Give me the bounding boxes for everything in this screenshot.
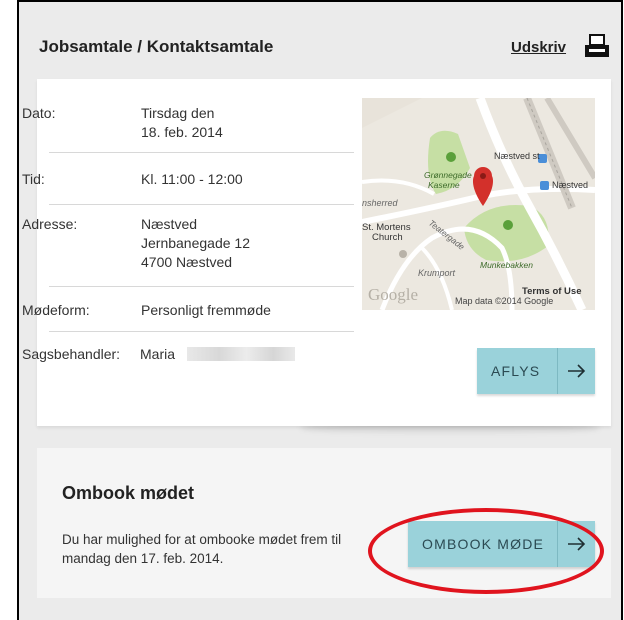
address-zip: 4700 Næstved — [141, 254, 233, 270]
rebook-text-line1: Du har mulighed for at ombooke mødet fre… — [62, 532, 342, 547]
print-link[interactable]: Udskriv — [511, 39, 566, 56]
map-label-street1: nsherred — [362, 198, 399, 208]
map-label-street3: Krumport — [418, 268, 456, 278]
date-label: Dato: — [22, 105, 56, 121]
cancel-button-label: AFLYS — [491, 363, 541, 379]
map-label-park1-line2: Kaserne — [428, 180, 460, 190]
map-graphic: Næstved st Næstved Grønnegade Kaserne ns… — [362, 98, 595, 310]
divider — [49, 152, 354, 153]
time-label: Tid: — [22, 171, 45, 187]
address-city: Næstved — [141, 216, 198, 232]
rebook-button[interactable]: OMBOOK MØDE — [408, 521, 595, 567]
google-logo: Google — [368, 285, 418, 304]
meeting-type-value: Personligt fremmøde — [141, 302, 271, 318]
time-value: Kl. 11:00 - 12:00 — [141, 171, 243, 187]
map-label-church-line2: Church — [372, 232, 403, 243]
map-label-park1: Grønnegade — [424, 170, 472, 180]
location-map[interactable]: Næstved st Næstved Grønnegade Kaserne ns… — [362, 98, 595, 310]
meeting-type-label: Mødeform: — [22, 302, 90, 318]
address-street: Jernbanegade 12 — [141, 235, 250, 251]
divider — [49, 286, 354, 287]
address-label: Adresse: — [22, 216, 78, 232]
rebook-text-line2: mandag den 17. feb. 2014. — [62, 551, 224, 566]
map-label-station2: Næstved — [552, 180, 588, 190]
printer-icon[interactable] — [583, 33, 611, 59]
caseworker-name: Maria — [140, 346, 176, 362]
caseworker-label: Sagsbehandler: — [22, 346, 121, 362]
rebook-text: Du har mulighed for at ombooke mødet fre… — [62, 530, 382, 568]
rebook-title: Ombook mødet — [62, 483, 195, 503]
map-label-park2: Munkebakken — [480, 260, 533, 270]
address-value: Næstved Jernbanegade 12 4700 Næstved — [141, 215, 321, 272]
date-value: Tirsdag den 18. feb. 2014 — [141, 104, 321, 142]
map-label-station1: Næstved st — [494, 151, 540, 161]
page-title: Jobsamtale / Kontaktsamtale — [39, 37, 274, 56]
divider — [49, 331, 354, 332]
arrow-right-icon — [568, 537, 586, 551]
rebook-button-label: OMBOOK MØDE — [422, 536, 545, 552]
station-icon — [540, 181, 549, 190]
map-copyright: Map data ©2014 Google — [455, 296, 553, 306]
redacted-surname — [186, 347, 295, 361]
caseworker-value: Maria — [140, 345, 320, 364]
date-weekday: Tirsdag den — [141, 105, 215, 121]
date-day: 18. feb. 2014 — [141, 124, 223, 140]
divider — [49, 204, 354, 205]
arrow-right-icon — [568, 364, 586, 378]
cancel-button[interactable]: AFLYS — [477, 348, 595, 394]
